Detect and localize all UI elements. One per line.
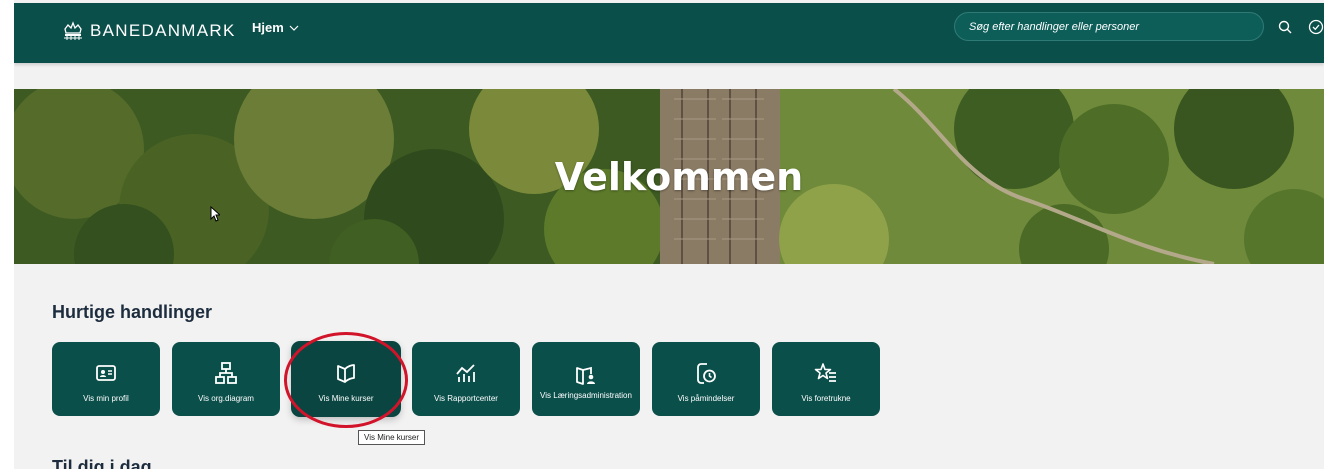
home-menu-label: Hjem: [252, 20, 284, 35]
crown-icon: [64, 21, 82, 40]
top-navigation-bar: BANEDANMARK Hjem: [14, 3, 1324, 63]
tile-my-profile[interactable]: Vis min profil: [52, 342, 160, 416]
line-chart-icon: [456, 363, 475, 382]
tile-label: Vis påmindelser: [677, 393, 735, 403]
welcome-banner: Velkommen: [14, 89, 1324, 264]
tile-label: Vis min profil: [83, 393, 129, 403]
tile-label: Vis foretrukne: [801, 393, 851, 403]
learning-admin-icon: [576, 366, 595, 385]
open-book-icon: [337, 363, 355, 383]
tile-reminders[interactable]: Vis påmindelser: [652, 342, 760, 416]
check-circle-icon[interactable]: [1308, 19, 1324, 35]
brand-name: BANEDANMARK: [90, 21, 236, 40]
tile-report-center[interactable]: Vis Rapportcenter: [412, 342, 520, 416]
tooltip: Vis Mine kurser: [358, 430, 425, 445]
tile-org-chart[interactable]: Vis org.diagram: [172, 342, 280, 416]
favorite-star-list-icon: [814, 362, 836, 382]
tile-label: Vis Rapportcenter: [434, 393, 498, 403]
profile-card-icon: [96, 364, 116, 381]
page: BANEDANMARK Hjem Søg efter handlinger el…: [14, 0, 1324, 469]
chevron-down-icon: [289, 25, 299, 31]
tile-label: Vis Læringsadministration: [540, 390, 632, 400]
quick-actions-heading: Hurtige handlinger: [52, 302, 213, 322]
welcome-title: Velkommen: [554, 154, 804, 199]
tile-favorites[interactable]: Vis foretrukne: [772, 342, 880, 416]
search-input[interactable]: [954, 12, 1264, 41]
org-chart-icon: [215, 361, 237, 384]
mouse-pointer-icon: [210, 206, 220, 222]
home-menu[interactable]: Hjem: [252, 20, 299, 35]
banedanmark-logo[interactable]: BANEDANMARK: [62, 21, 236, 41]
tile-label: Vis org.diagram: [198, 393, 254, 403]
tile-my-courses[interactable]: Vis Mine kurser: [292, 342, 400, 416]
today-section-heading: Til dig i dag: [52, 457, 152, 469]
search-icon[interactable]: [1278, 20, 1292, 34]
tile-label: Vis Mine kurser: [318, 393, 374, 403]
tile-learning-admin[interactable]: Vis Læringsadministration: [532, 342, 640, 416]
quick-actions-tiles: Vis min profil Vis org.diagram Vis Mine …: [52, 342, 880, 416]
reminder-clock-icon: [697, 362, 716, 384]
